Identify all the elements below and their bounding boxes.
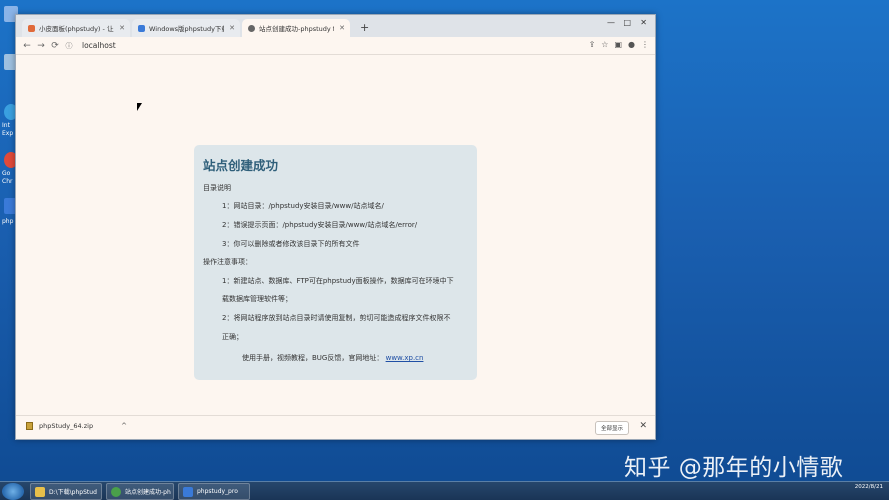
- bookmark-star-icon[interactable]: ☆: [601, 40, 608, 49]
- taskbar-clock[interactable]: 2022/8/21: [855, 484, 883, 491]
- desktop-label-chrome-2: Chr: [2, 178, 13, 185]
- footer-line: 使用手册，视频教程，BUG反馈，官网地址： www.xp.cn: [242, 353, 423, 363]
- watermark: 知乎 @那年的小情歌: [624, 455, 844, 481]
- dir-item: 3：你可以删除或者修改该目录下的所有文件: [222, 240, 360, 248]
- dir-heading: 目录说明: [203, 184, 231, 192]
- desktop-label-chrome: Go: [2, 170, 11, 177]
- tab-close-icon[interactable]: ✕: [114, 24, 130, 32]
- profile-icon[interactable]: ●: [628, 40, 635, 49]
- tab-phpstudy-download[interactable]: Windows版phpstudy下载 - 小 ✕: [132, 19, 240, 37]
- taskbar-item-label: phpstudy_pro: [197, 488, 238, 495]
- taskbar-item-chrome[interactable]: 站点创建成功-ph: [106, 483, 174, 500]
- tab-label: 站点创建成功-phpstudy for wi: [259, 25, 334, 33]
- tab-close-icon[interactable]: ✕: [334, 24, 350, 32]
- site-created-card: 站点创建成功 目录说明 1：网站目录：/phpstudy安装目录/www/站点域…: [194, 145, 477, 380]
- official-site-link[interactable]: www.xp.cn: [386, 354, 424, 362]
- folder-icon: [35, 486, 45, 497]
- mouse-cursor: [137, 103, 142, 111]
- tab-favicon-icon: [248, 24, 255, 32]
- tab-site-created[interactable]: 站点创建成功-phpstudy for wi ✕: [242, 19, 350, 37]
- minimize-button[interactable]: —: [607, 18, 615, 27]
- back-icon[interactable]: ←: [20, 41, 34, 51]
- taskbar-item-label: D:\下载\phpStud: [49, 489, 97, 496]
- phpstudy-icon: [183, 486, 193, 497]
- footer-text: 使用手册，视频教程，BUG反馈，官网地址：: [242, 354, 384, 362]
- close-download-bar-icon[interactable]: ✕: [639, 421, 647, 431]
- start-button[interactable]: [2, 483, 24, 500]
- tab-favicon-icon: [28, 24, 35, 32]
- taskbar-item-label: 站点创建成功-ph: [125, 489, 171, 496]
- toolbar-actions: ⇪ ☆ ▣ ● ⋮: [589, 40, 649, 49]
- dir-item: 2：错误提示页面：/phpstudy安装目录/www/站点域名/error/: [222, 221, 418, 229]
- download-item[interactable]: phpStudy_64.zip ^: [26, 422, 127, 430]
- note-item: 1：新建站点、数据库、FTP可在phpstudy面板操作，数据库可在环境中下: [222, 277, 454, 285]
- desktop-label-ie: Int: [2, 122, 10, 129]
- browser-toolbar: ← → ⟳ ⓘ localhost ⇪ ☆ ▣ ● ⋮: [16, 37, 655, 55]
- desktop-label-phpstudy: php: [2, 218, 14, 225]
- download-bar: phpStudy_64.zip ^ 全部显示 ✕: [16, 415, 655, 439]
- browser-window: 小皮面板(phpstudy) - 让天下没 ✕ Windows版phpstudy…: [15, 14, 656, 440]
- taskbar-item-explorer[interactable]: D:\下载\phpStud: [30, 483, 102, 500]
- taskbar-item-phpstudy[interactable]: phpstudy_pro: [178, 483, 250, 500]
- notes-heading: 操作注意事项：: [203, 258, 252, 266]
- new-tab-button[interactable]: +: [360, 21, 369, 34]
- chevron-up-icon[interactable]: ^: [121, 422, 127, 430]
- download-filename: phpStudy_64.zip: [39, 422, 94, 430]
- tab-strip: 小皮面板(phpstudy) - 让天下没 ✕ Windows版phpstudy…: [16, 15, 655, 37]
- close-window-button[interactable]: ✕: [640, 18, 647, 27]
- page-title: 站点创建成功: [203, 158, 279, 173]
- tab-label: Windows版phpstudy下载 - 小: [149, 25, 225, 33]
- reload-icon[interactable]: ⟳: [48, 41, 62, 51]
- tab-favicon-icon: [138, 24, 145, 32]
- address-bar[interactable]: localhost: [82, 41, 116, 50]
- side-panel-icon[interactable]: ▣: [614, 40, 622, 49]
- tab-close-icon[interactable]: ✕: [224, 24, 240, 32]
- tab-label: 小皮面板(phpstudy) - 让天下没: [39, 25, 114, 33]
- note-item-cont: 载数据库管理软件等；: [222, 295, 292, 303]
- zip-file-icon: [26, 422, 33, 430]
- desktop-label-ie-2: Exp: [2, 130, 14, 137]
- taskbar: D:\下载\phpStud 站点创建成功-ph phpstudy_pro 202…: [0, 481, 889, 500]
- note-item: 2：将网站程序放到站点目录时请使用复制，剪切可能造成程序文件权限不: [222, 314, 451, 322]
- note-item-cont: 正确；: [222, 333, 243, 341]
- share-icon[interactable]: ⇪: [589, 40, 596, 49]
- tab-phpstudy-panel[interactable]: 小皮面板(phpstudy) - 让天下没 ✕: [22, 19, 130, 37]
- forward-icon[interactable]: →: [34, 41, 48, 51]
- site-info-icon[interactable]: ⓘ: [62, 41, 76, 51]
- chrome-icon: [111, 486, 121, 497]
- show-all-downloads-button[interactable]: 全部显示: [594, 421, 629, 435]
- menu-icon[interactable]: ⋮: [641, 40, 649, 49]
- maximize-button[interactable]: □: [623, 18, 631, 27]
- dir-item: 1：网站目录：/phpstudy安装目录/www/站点域名/: [222, 202, 384, 210]
